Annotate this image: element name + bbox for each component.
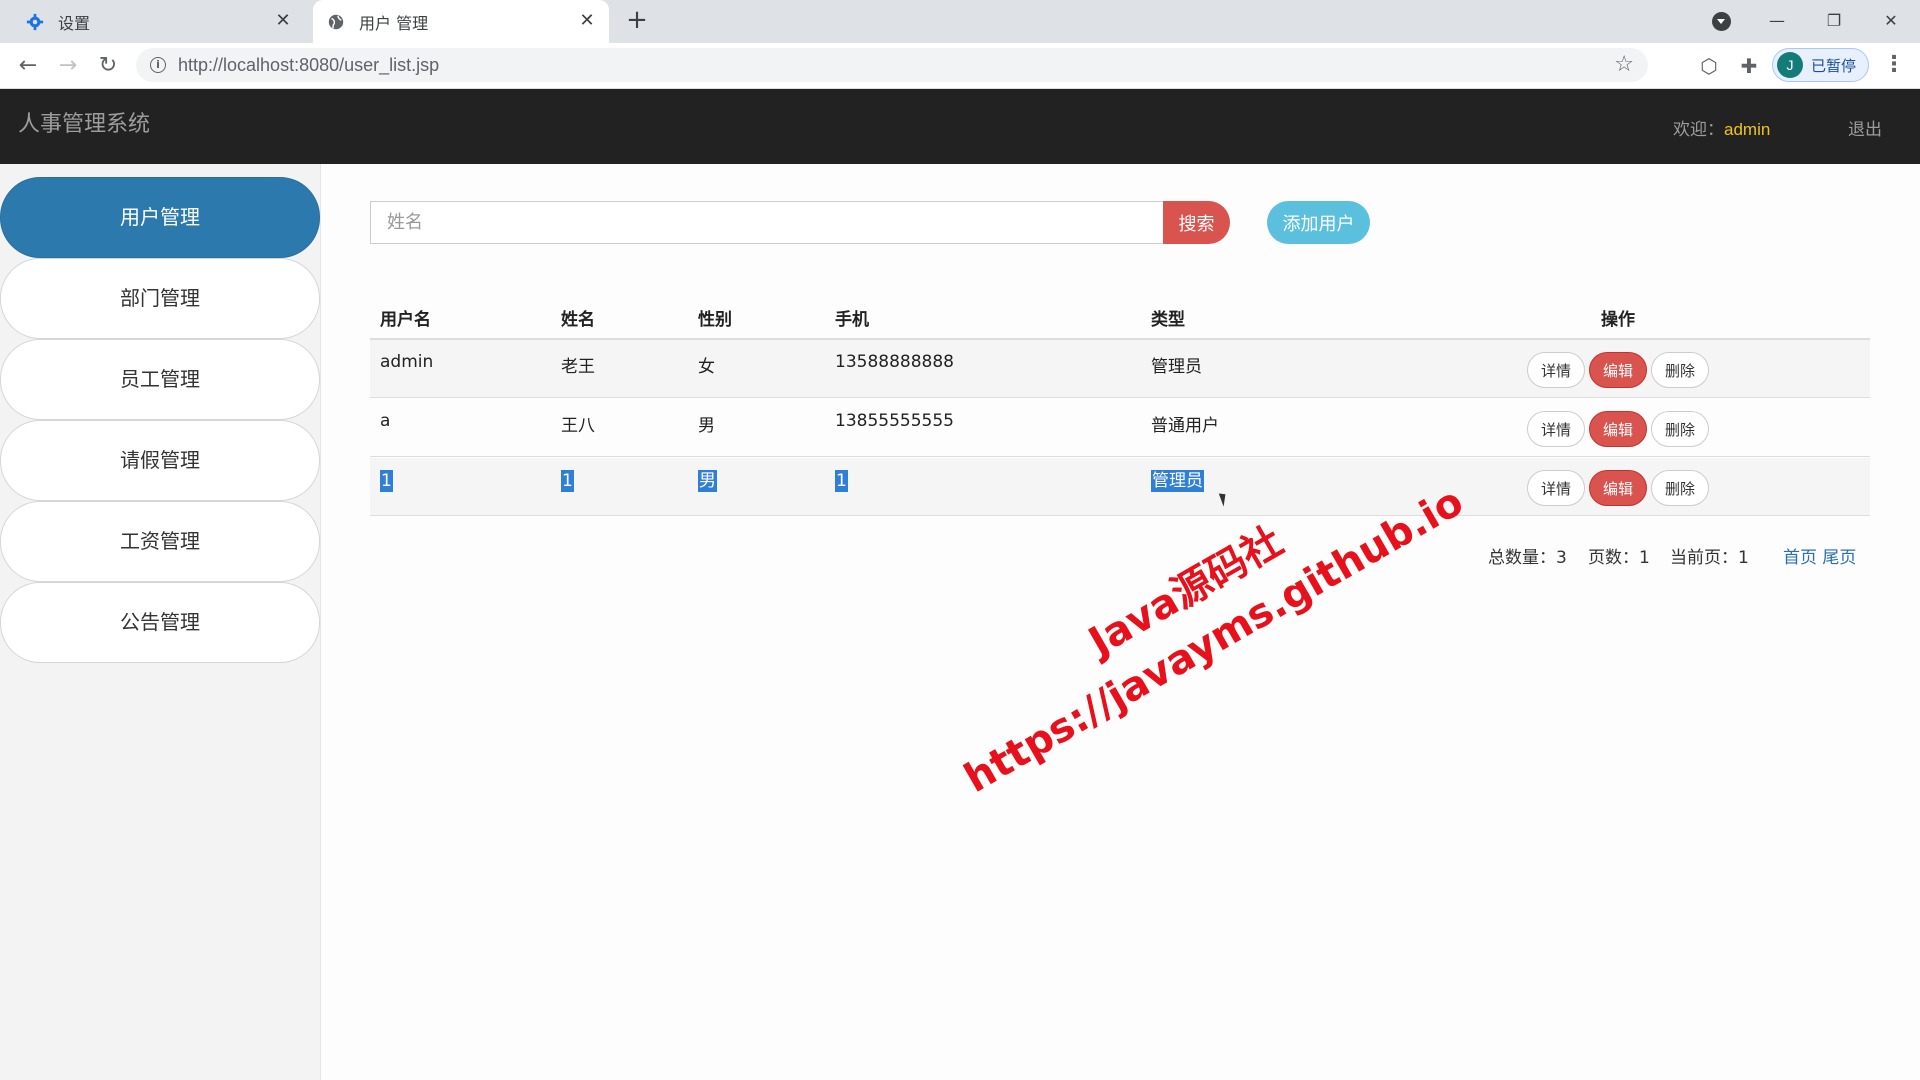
- bookmark-star-icon[interactable]: ☆: [1614, 52, 1634, 77]
- cell-gender: 女: [698, 357, 715, 377]
- avatar: J: [1777, 52, 1803, 78]
- pages-label: 页数：: [1588, 548, 1639, 568]
- column-header-phone: 手机: [835, 310, 869, 330]
- minimize-icon[interactable]: —: [1762, 6, 1792, 36]
- url-path: :8080/user_list.jsp: [294, 55, 440, 75]
- new-tab-icon[interactable]: +: [624, 7, 650, 34]
- extension-icon[interactable]: ⬡: [1695, 52, 1723, 80]
- search-button[interactable]: 搜索: [1163, 201, 1230, 244]
- last-page-link[interactable]: 尾页: [1822, 548, 1856, 568]
- column-header-actions: 操作: [1601, 310, 1635, 330]
- tab-user-management-title: 用户 管理: [359, 13, 429, 33]
- url-host: http://localhost: [178, 55, 295, 75]
- tab-search-icon[interactable]: [1712, 12, 1731, 31]
- url-text: http://localhost:8080/user_list.jsp: [178, 55, 439, 76]
- brand-title[interactable]: 人事管理系统: [18, 106, 150, 138]
- cell-name: 王八: [561, 416, 595, 436]
- gear-icon: [26, 13, 44, 30]
- sidebar: 用户管理 部门管理 员工管理 请假管理 工资管理 公告管理: [0, 164, 321, 1080]
- cell-username: 1: [380, 470, 393, 492]
- address-bar[interactable]: i http://localhost:8080/user_list.jsp ☆: [136, 48, 1648, 82]
- profile-status: 已暂停: [1811, 56, 1857, 75]
- close-window-icon[interactable]: ✕: [1876, 6, 1906, 36]
- reload-icon[interactable]: ↻: [94, 52, 122, 80]
- app-header: 人事管理系统 欢迎：admin 退出: [0, 89, 1920, 164]
- cell-gender: 男: [698, 416, 715, 436]
- sidebar-item-salary[interactable]: 工资管理: [0, 501, 320, 582]
- total-count: 3: [1556, 548, 1567, 568]
- current-label: 当前页：: [1670, 548, 1738, 568]
- cell-gender: 男: [698, 470, 717, 492]
- edit-button[interactable]: 编辑: [1589, 411, 1647, 447]
- edit-button[interactable]: 编辑: [1589, 352, 1647, 388]
- tab-settings[interactable]: 设置 ✕: [10, 0, 305, 43]
- pagination-pages: 页数：1: [1588, 543, 1650, 568]
- delete-button[interactable]: 删除: [1651, 411, 1709, 447]
- logout-link[interactable]: 退出: [1848, 115, 1882, 140]
- restore-icon[interactable]: ❐: [1819, 6, 1849, 36]
- sidebar-item-leave[interactable]: 请假管理: [0, 420, 320, 501]
- welcome-text: 欢迎：admin: [1673, 115, 1770, 140]
- sidebar-item-departments[interactable]: 部门管理: [0, 258, 320, 339]
- cell-type: 管理员: [1151, 470, 1204, 492]
- cell-username: a: [380, 411, 391, 431]
- current-username[interactable]: admin: [1724, 120, 1770, 139]
- search-input[interactable]: [370, 201, 1164, 244]
- detail-button[interactable]: 详情: [1527, 352, 1585, 388]
- delete-button[interactable]: 删除: [1651, 470, 1709, 506]
- globe-icon: [328, 14, 344, 29]
- watermark-line2: https://javayms.github.io: [956, 478, 1472, 802]
- total-label: 总数量：: [1488, 548, 1556, 568]
- current-page: 1: [1738, 548, 1749, 568]
- add-user-button[interactable]: 添加用户: [1267, 201, 1370, 244]
- column-header-type: 类型: [1151, 310, 1185, 330]
- sidebar-item-notices[interactable]: 公告管理: [0, 582, 320, 663]
- cell-phone: 13588888888: [835, 352, 954, 372]
- profile-button[interactable]: J 已暂停: [1772, 48, 1869, 82]
- detail-button[interactable]: 详情: [1527, 470, 1585, 506]
- column-header-name: 姓名: [561, 310, 595, 330]
- pages-count: 1: [1639, 548, 1650, 568]
- tab-user-management[interactable]: 用户 管理 ✕: [313, 0, 609, 43]
- column-header-username: 用户名: [380, 310, 431, 330]
- column-header-gender: 性别: [698, 310, 732, 330]
- delete-button[interactable]: 删除: [1651, 352, 1709, 388]
- table-row: admin 老王 女 13588888888 管理员 详情 编辑 删除: [370, 340, 1870, 398]
- edit-button[interactable]: 编辑: [1589, 470, 1647, 506]
- sidebar-item-users[interactable]: 用户管理: [0, 177, 320, 258]
- first-page-link[interactable]: 首页: [1783, 548, 1817, 568]
- browser-toolbar: ← → ↻ i http://localhost:8080/user_list.…: [0, 43, 1920, 89]
- forward-icon[interactable]: →: [54, 52, 82, 80]
- cell-name: 1: [561, 470, 574, 492]
- pagination-total: 总数量：3: [1488, 543, 1567, 568]
- cell-type: 管理员: [1151, 357, 1202, 377]
- sidebar-item-employees[interactable]: 员工管理: [0, 339, 320, 420]
- detail-button[interactable]: 详情: [1527, 411, 1585, 447]
- browser-tab-strip: 设置 ✕ 用户 管理 ✕ + — ❐ ✕: [0, 0, 1920, 43]
- back-icon[interactable]: ←: [14, 52, 42, 80]
- cell-username: admin: [380, 352, 434, 372]
- tab-settings-title: 设置: [58, 13, 91, 33]
- cell-phone: 13855555555: [835, 411, 954, 431]
- close-tab-icon[interactable]: ✕: [577, 11, 597, 31]
- pagination-links: 首页 尾页: [1783, 543, 1856, 568]
- puzzle-icon[interactable]: ✚: [1735, 52, 1763, 80]
- welcome-label: 欢迎：: [1673, 120, 1724, 140]
- menu-icon[interactable]: ⋮: [1880, 52, 1908, 80]
- table-row: 1 1 男 1 管理员 详情 编辑 删除: [370, 458, 1870, 516]
- site-info-icon[interactable]: i: [150, 57, 166, 73]
- close-tab-icon[interactable]: ✕: [273, 11, 293, 31]
- pagination-current: 当前页：1: [1670, 543, 1749, 568]
- cell-type: 普通用户: [1151, 416, 1219, 436]
- cell-phone: 1: [835, 470, 848, 492]
- cell-name: 老王: [561, 357, 595, 377]
- table-row: a 王八 男 13855555555 普通用户 详情 编辑 删除: [370, 399, 1870, 457]
